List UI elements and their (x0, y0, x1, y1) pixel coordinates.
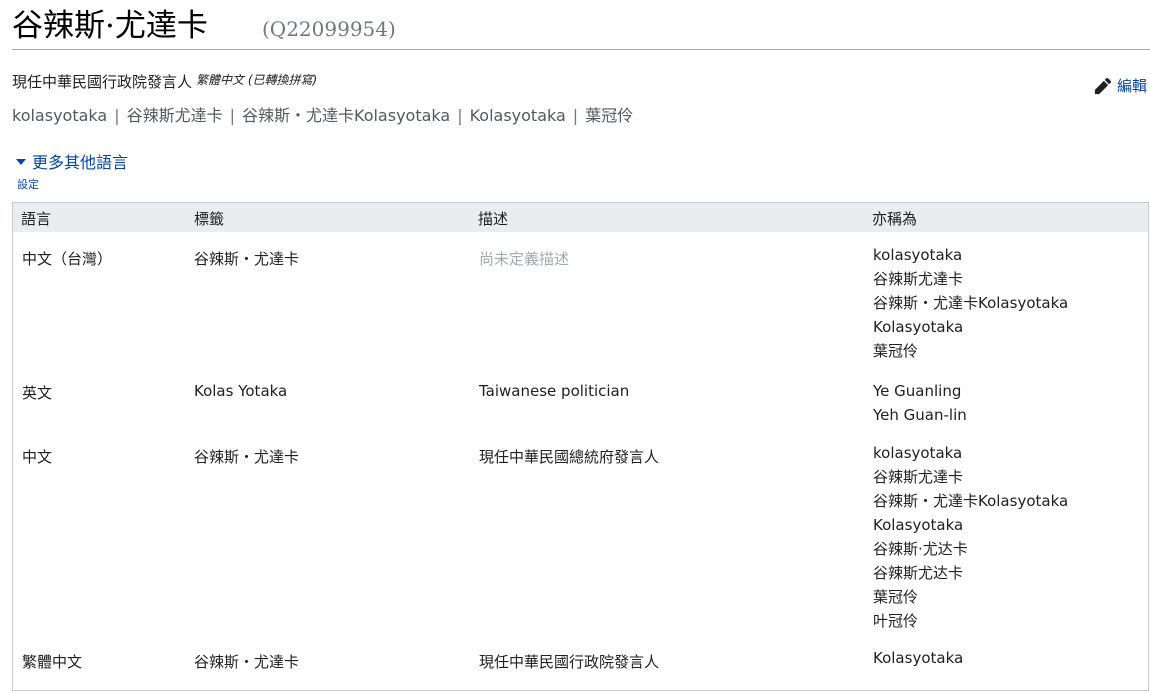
entity-description: 現任中華民國行政院發言人 繁體中文 (已轉換拼寫) (12, 71, 317, 92)
row-label[interactable]: 谷辣斯・尤達卡 (194, 651, 299, 672)
alias-item: Kolasyotaka (873, 516, 964, 534)
alias-separator: | (457, 106, 463, 125)
edit-label: 編輯 (1117, 77, 1148, 95)
row-language: 英文 (22, 384, 53, 402)
row-label[interactable]: Kolas Yotaka (194, 382, 287, 400)
row-description[interactable]: Taiwanese politician (479, 382, 629, 400)
alias-item: 谷辣斯尤達卡 (873, 270, 964, 288)
row-description[interactable]: 現任中華民國行政院發言人 (479, 651, 659, 672)
settings-link[interactable]: 設定 (17, 176, 39, 192)
alias-item: kolasyotaka (873, 246, 963, 264)
row-description[interactable]: 現任中華民國總統府發言人 (479, 446, 659, 467)
row-language: 繁體中文 (22, 653, 83, 671)
alias-item: Yeh Guan-lin (873, 406, 967, 424)
row-label[interactable]: 谷辣斯・尤達卡 (194, 248, 299, 269)
alias-item: kolasyotaka (873, 444, 963, 462)
alias-item: 葉冠伶 (585, 106, 634, 125)
column-header-language: 語言 (21, 210, 52, 228)
alias-separator: | (229, 106, 235, 125)
row-description-placeholder[interactable]: 尚未定義描述 (479, 248, 569, 269)
languages-table: 語言 標籤 描述 亦稱為 中文（台灣） 谷辣斯・尤達卡 尚未定義描述 kolas… (12, 202, 1149, 691)
row-aliases: Kolasyotaka (873, 646, 963, 670)
alias-item: 谷辣斯尤達卡 (126, 106, 223, 125)
entity-label: 谷辣斯·尤達卡 (12, 8, 208, 44)
alias-item: Kolasyotaka (873, 649, 964, 667)
alias-item: 谷辣斯・尤達卡Kolasyotaka (873, 492, 1069, 510)
description-text: 現任中華民國行政院發言人 (12, 73, 193, 91)
alias-item: 谷辣斯・尤達卡Kolasyotaka (242, 106, 451, 125)
entity-heading: 谷辣斯·尤達卡 (Q22099954) (12, 4, 1150, 50)
alias-separator: | (572, 106, 579, 125)
alias-item: Ye Guanling (873, 382, 962, 400)
row-aliases: kolasyotaka 谷辣斯尤達卡 谷辣斯・尤達卡Kolasyotaka Ko… (873, 243, 1068, 363)
alias-item: 谷辣斯尤达卡 (873, 564, 964, 582)
alias-item: kolasyotaka (12, 106, 108, 125)
triangle-down-icon (16, 159, 26, 165)
row-language: 中文 (22, 448, 53, 466)
alias-item: 葉冠伶 (873, 588, 919, 606)
alias-item: Kolasyotaka (469, 106, 566, 125)
alias-item: Kolasyotaka (873, 318, 964, 336)
row-language: 中文（台灣） (22, 250, 113, 268)
column-header-description: 描述 (478, 210, 509, 228)
column-header-aliases: 亦稱為 (872, 210, 918, 228)
more-languages-label: 更多其他語言 (32, 153, 129, 172)
row-label[interactable]: 谷辣斯・尤達卡 (194, 446, 299, 467)
pencil-icon (1094, 77, 1112, 95)
description-language-note: 繁體中文 (已轉換拼寫) (196, 73, 318, 87)
entity-id: (Q22099954) (262, 17, 396, 41)
more-languages-toggle[interactable]: 更多其他語言 (16, 149, 128, 173)
entity-aliases: kolasyotaka | 谷辣斯尤達卡 | 谷辣斯・尤達卡Kolasyotaka | Ko… (12, 102, 633, 126)
alias-separator: | (114, 106, 120, 125)
alias-item: 谷辣斯・尤達卡Kolasyotaka (873, 294, 1069, 312)
row-aliases: kolasyotaka 谷辣斯尤達卡 谷辣斯・尤達卡Kolasyotaka Ko… (873, 441, 1068, 633)
alias-item: 谷辣斯·尤达卡 (873, 540, 968, 558)
alias-item: 叶冠伶 (873, 612, 919, 630)
alias-item: 谷辣斯尤達卡 (873, 468, 964, 486)
row-aliases: Ye Guanling Yeh Guan-lin (873, 379, 967, 427)
column-header-label: 標籤 (194, 210, 225, 228)
edit-button[interactable]: 編輯 (1094, 75, 1150, 97)
table-header-row: 語言 標籤 描述 亦稱為 (13, 203, 1148, 232)
alias-item: 葉冠伶 (873, 342, 919, 360)
